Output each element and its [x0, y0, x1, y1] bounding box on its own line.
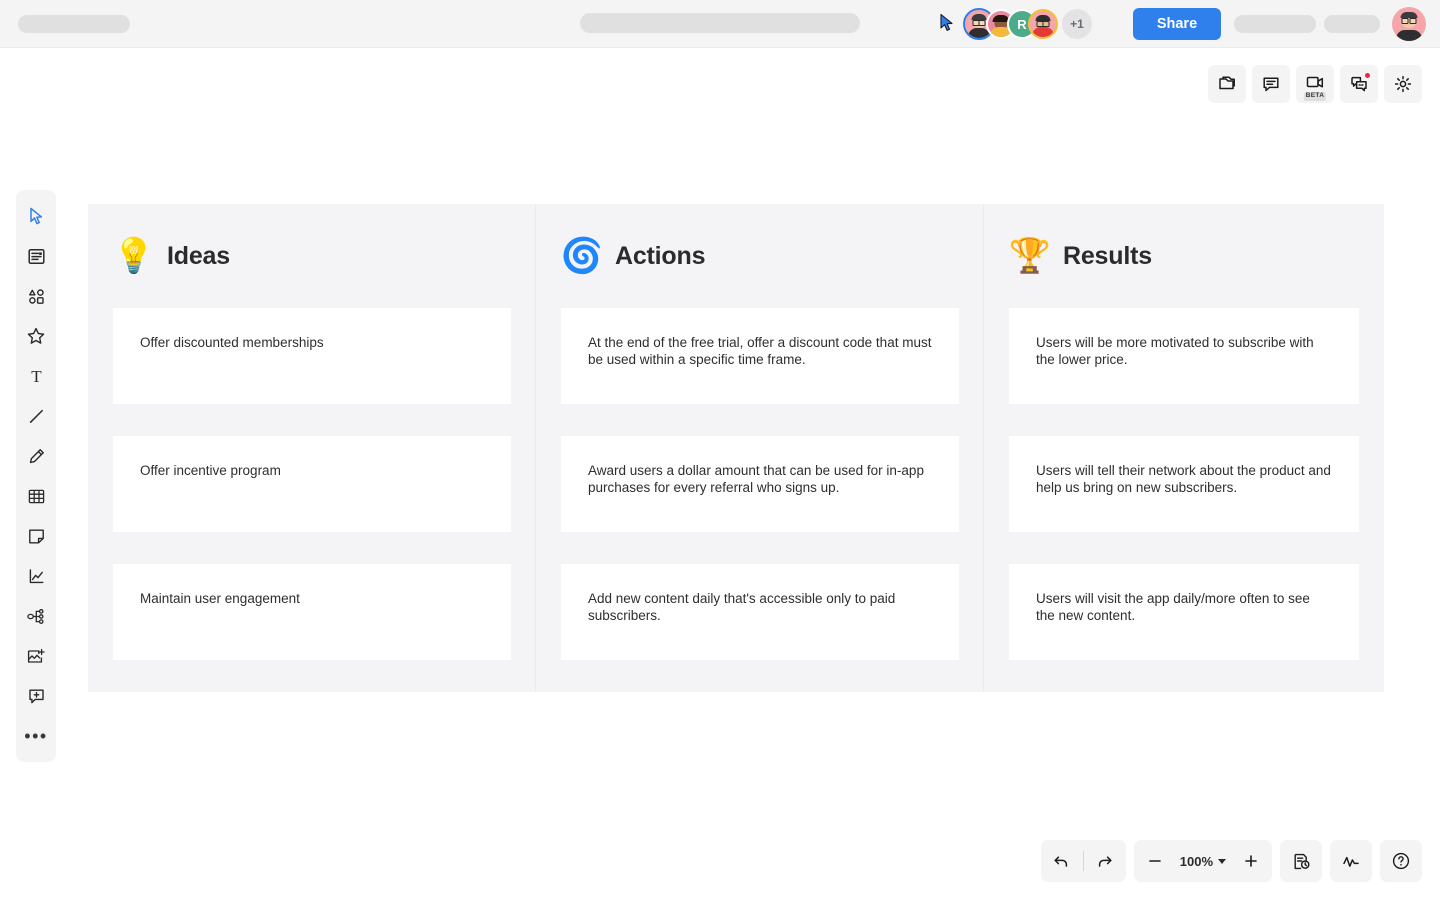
version-history-icon[interactable] [1280, 840, 1322, 882]
collaborator-avatar-3[interactable] [1028, 9, 1058, 39]
collaborator-avatars[interactable]: R +1 [963, 5, 1092, 43]
action-card[interactable]: Add new content daily that's accessible … [561, 564, 959, 660]
video-camera-icon[interactable]: BETA [1296, 65, 1334, 103]
column-title-actions: Actions [615, 241, 706, 270]
result-card[interactable]: Users will visit the app daily/more ofte… [1009, 564, 1359, 660]
card-cell: Users will be more motivated to subscrib… [984, 308, 1384, 408]
toolbar-placeholder-2[interactable] [1324, 15, 1380, 33]
zoom-in-button[interactable] [1230, 840, 1272, 882]
zoom-level-dropdown[interactable]: 100% [1176, 854, 1230, 869]
card-cell: Add new content daily that's accessible … [536, 564, 984, 664]
column-title-results: Results [1063, 241, 1152, 270]
workspace-name-placeholder[interactable] [18, 15, 130, 33]
help-group [1380, 840, 1422, 882]
column-title-ideas: Ideas [167, 241, 230, 270]
share-button[interactable]: Share [1133, 8, 1221, 40]
notification-badge [1364, 72, 1371, 79]
more-tools-icon[interactable]: ••• [16, 716, 56, 756]
card-cell: Award users a dollar amount that can be … [536, 436, 984, 536]
board-header-row: 💡 Ideas 🌀 Actions 🏆 Results [88, 204, 1384, 308]
sticky-note-icon[interactable] [16, 516, 56, 556]
action-card[interactable]: Award users a dollar amount that can be … [561, 436, 959, 532]
lightbulb-emoji: 💡 [112, 237, 156, 275]
activity-group [1330, 840, 1372, 882]
card-cell: Maintain user engagement [88, 564, 536, 664]
card-cell: Offer discounted memberships [88, 308, 536, 408]
card-cell: Offer incentive program [88, 436, 536, 536]
card-cell: Users will visit the app daily/more ofte… [984, 564, 1384, 664]
star-icon[interactable] [16, 316, 56, 356]
row-gap-cell [536, 408, 984, 436]
undo-redo-group [1040, 840, 1126, 882]
redo-icon[interactable] [1084, 840, 1126, 882]
row-gap-cell [984, 664, 1384, 692]
comment-icon[interactable] [1252, 65, 1290, 103]
zoom-level-value: 100% [1179, 853, 1213, 869]
card-cell: At the end of the free trial, offer a di… [536, 308, 984, 408]
row-gap-cell [88, 536, 536, 564]
line-icon[interactable] [16, 396, 56, 436]
top-right-toolbar: BETA [1208, 65, 1422, 103]
card-cell: Users will tell their network about the … [984, 436, 1384, 536]
add-comment-icon[interactable] [16, 676, 56, 716]
table-icon[interactable] [16, 476, 56, 516]
text-icon[interactable]: T [16, 356, 56, 396]
row-gap [88, 408, 1384, 436]
row-gap-cell [88, 664, 536, 692]
column-header-actions[interactable]: 🌀 Actions [536, 204, 984, 308]
zoom-out-button[interactable] [1134, 840, 1176, 882]
row-gap [88, 536, 1384, 564]
zoom-group: 100% [1133, 840, 1272, 882]
result-card[interactable]: Users will tell their network about the … [1009, 436, 1359, 532]
toolbar-placeholder-1[interactable] [1234, 15, 1316, 33]
more-tools-glyph: ••• [24, 726, 48, 746]
board-grid: 💡 Ideas 🌀 Actions 🏆 Results Offer discou… [88, 204, 1384, 692]
board-row: Offer discounted memberships At the end … [88, 308, 1384, 408]
result-card[interactable]: Users will be more motivated to subscrib… [1009, 308, 1359, 404]
template-icon[interactable] [16, 236, 56, 276]
cyclone-emoji: 🌀 [560, 237, 604, 275]
gear-icon[interactable] [1384, 65, 1422, 103]
board-title-placeholder[interactable] [580, 13, 860, 33]
grid-bottom-padding [88, 664, 1384, 692]
row-gap-cell [88, 408, 536, 436]
board-row: Offer incentive program Award users a do… [88, 436, 1384, 536]
pen-icon[interactable] [16, 436, 56, 476]
column-header-ideas[interactable]: 💡 Ideas [88, 204, 536, 308]
chat-icon[interactable] [1340, 65, 1378, 103]
pages-icon[interactable] [1208, 65, 1246, 103]
left-tool-palette: T ••• [16, 190, 56, 762]
svg-text:T: T [31, 367, 42, 386]
row-gap-cell [536, 536, 984, 564]
beta-tag: BETA [1303, 91, 1327, 101]
bottom-right-toolbar: 100% [1040, 840, 1422, 882]
top-bar: R +1 Share [0, 0, 1440, 48]
shapes-icon[interactable] [16, 276, 56, 316]
idea-card[interactable]: Maintain user engagement [113, 564, 511, 660]
idea-card[interactable]: Offer incentive program [113, 436, 511, 532]
select-cursor-icon[interactable] [16, 196, 56, 236]
current-user-avatar[interactable] [1392, 7, 1426, 41]
activity-pulse-icon[interactable] [1330, 840, 1372, 882]
idea-card[interactable]: Offer discounted memberships [113, 308, 511, 404]
row-gap-cell [984, 408, 1384, 436]
mindmap-icon[interactable] [16, 596, 56, 636]
board-row: Maintain user engagement Add new content… [88, 564, 1384, 664]
help-circle-icon[interactable] [1380, 840, 1422, 882]
trophy-emoji: 🏆 [1008, 237, 1052, 275]
row-gap-cell [984, 536, 1384, 564]
pointer-cursor-icon [938, 13, 956, 33]
column-header-results[interactable]: 🏆 Results [984, 204, 1384, 308]
version-history-group [1280, 840, 1322, 882]
avatar-overflow-count[interactable]: +1 [1062, 9, 1092, 39]
row-gap-cell [536, 664, 984, 692]
chevron-down-icon [1218, 858, 1226, 864]
add-image-icon[interactable] [16, 636, 56, 676]
undo-icon[interactable] [1041, 840, 1083, 882]
chart-icon[interactable] [16, 556, 56, 596]
action-card[interactable]: At the end of the free trial, offer a di… [561, 308, 959, 404]
